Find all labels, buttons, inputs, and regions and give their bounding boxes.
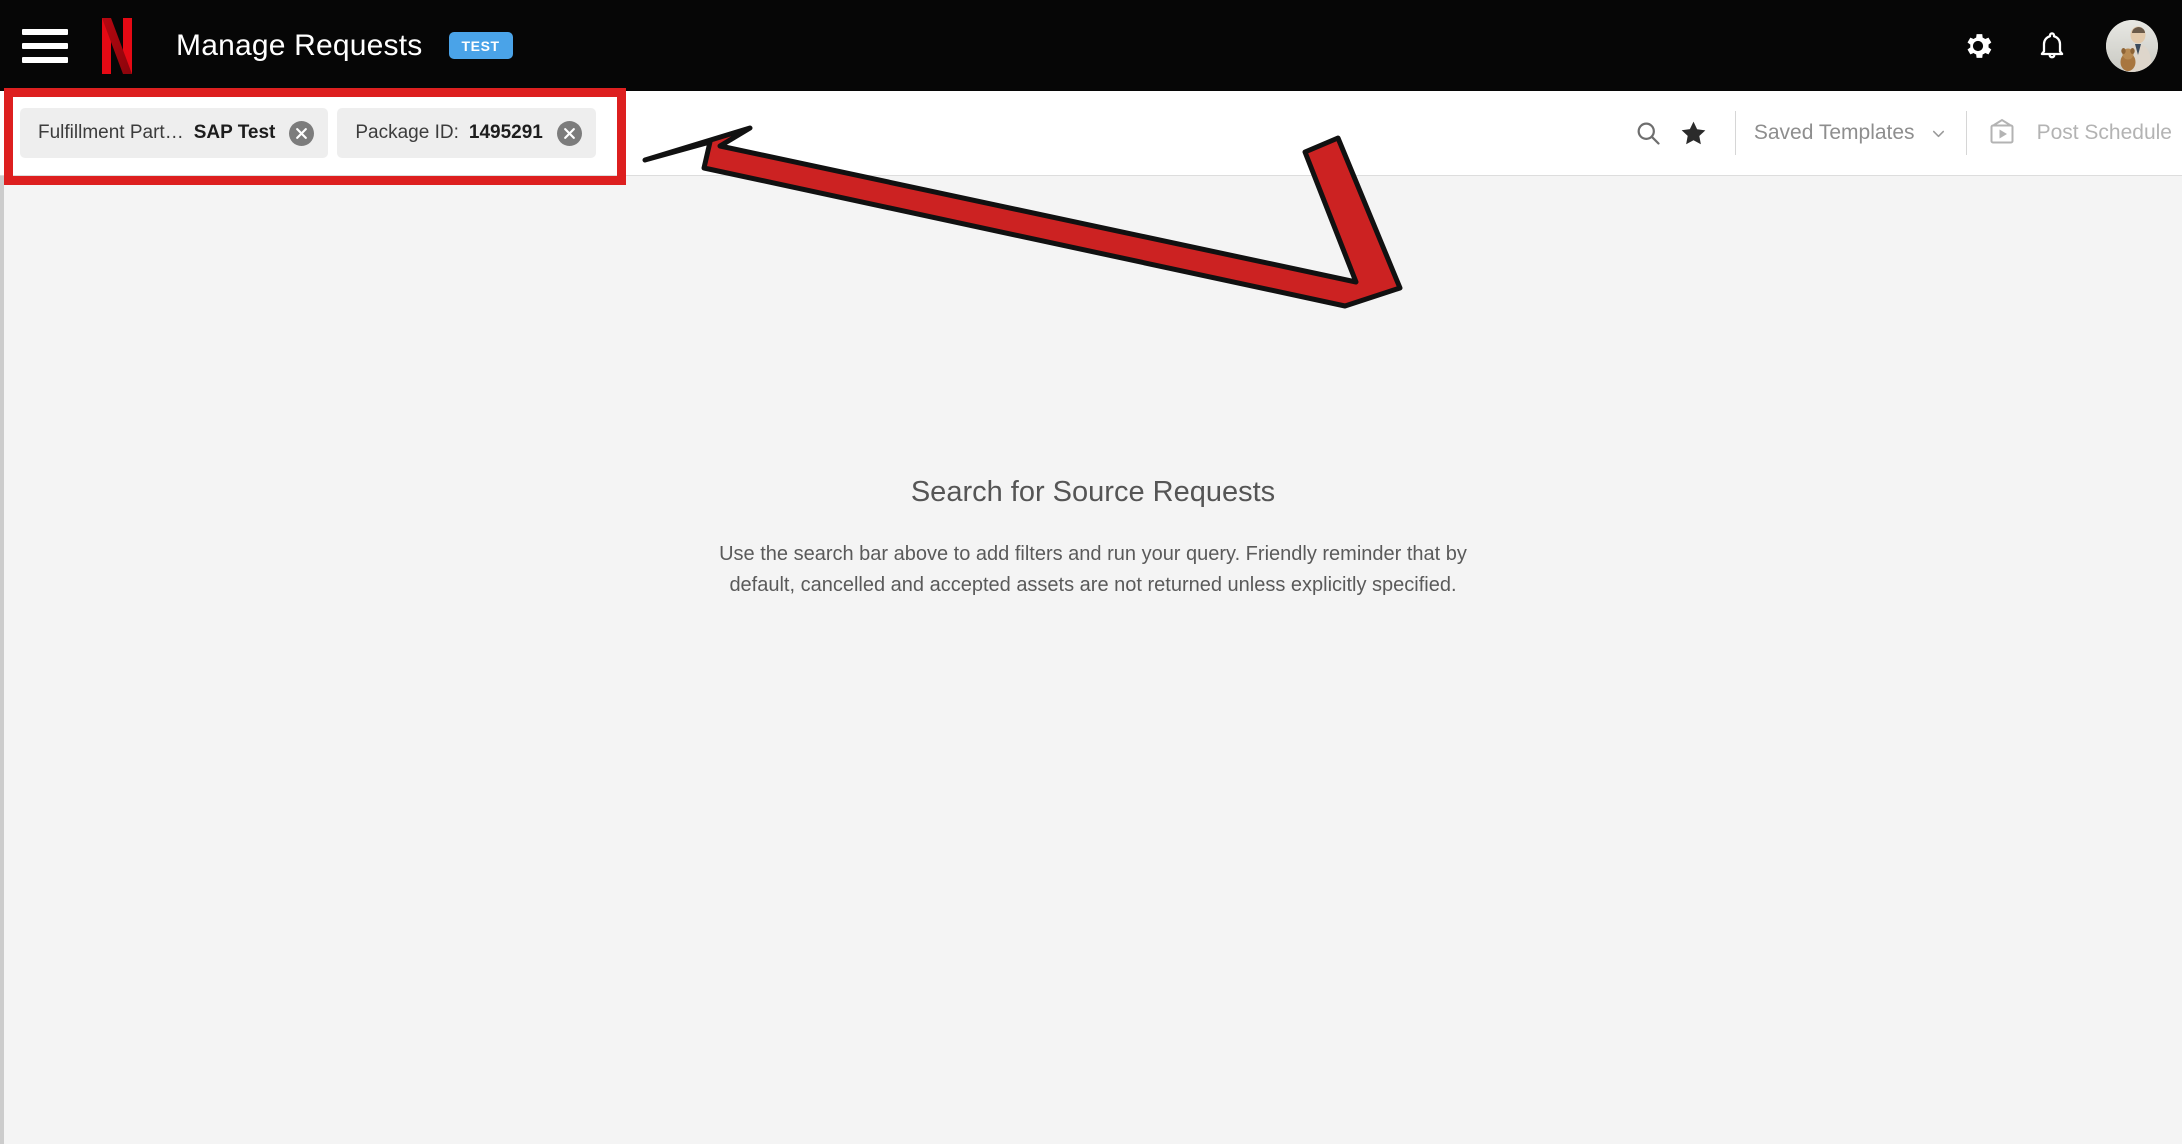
netflix-n-logo[interactable] [102, 17, 132, 74]
filter-chip-key: Package ID: [355, 122, 459, 143]
filter-chip-list: Fulfillment Part… SAP Test Package ID: 1… [20, 108, 596, 158]
filter-chip-key: Fulfillment Part… [38, 122, 184, 143]
page-title: Manage Requests [176, 28, 423, 62]
search-icon[interactable] [1625, 110, 1671, 156]
empty-state-subtitle: Use the search bar above to add filters … [719, 543, 1467, 596]
top-header-bar: Manage Requests TEST [0, 0, 2182, 91]
env-badge: TEST [448, 32, 513, 59]
toolbar-divider [1734, 111, 1736, 155]
gear-icon[interactable] [1958, 26, 1998, 66]
filter-chip-value: 1495291 [468, 122, 543, 143]
close-circle-icon[interactable] [289, 120, 315, 146]
header-actions [1958, 19, 2158, 72]
star-filled-icon[interactable] [1671, 110, 1717, 156]
tv-play-icon [1990, 118, 2014, 144]
filter-chip-value: SAP Test [193, 122, 276, 143]
avatar[interactable] [2106, 19, 2158, 72]
hamburger-bar [22, 42, 68, 49]
hamburger-menu-icon[interactable] [22, 23, 68, 69]
post-schedule-button[interactable]: Post Schedule [1985, 118, 2182, 148]
main-content: Search for Source Requests Use the searc… [0, 176, 2182, 1144]
bell-icon[interactable] [2032, 26, 2072, 66]
toolbar-actions: Saved Templates Post Schedule [1625, 108, 2182, 158]
hamburger-bar [22, 28, 68, 35]
close-circle-icon[interactable] [556, 120, 582, 146]
empty-state-title: Search for Source Requests [910, 476, 1276, 508]
chevron-down-icon [1932, 130, 1944, 137]
hamburger-bar [22, 56, 68, 63]
search-toolbar: Fulfillment Part… SAP Test Package ID: 1… [0, 91, 2182, 176]
saved-templates-label: Saved Templates [1753, 121, 1915, 144]
app-root: Manage Requests TEST Fulfillment Part… S… [0, 0, 2182, 1144]
empty-state: Search for Source Requests Use the searc… [713, 476, 1473, 601]
toolbar-divider [1965, 111, 1967, 155]
filter-chip[interactable]: Package ID: 1495291 [337, 108, 596, 158]
saved-templates-dropdown[interactable]: Saved Templates [1754, 121, 1948, 145]
filter-chip[interactable]: Fulfillment Part… SAP Test [20, 108, 329, 158]
post-schedule-label: Post Schedule [2036, 121, 2172, 144]
